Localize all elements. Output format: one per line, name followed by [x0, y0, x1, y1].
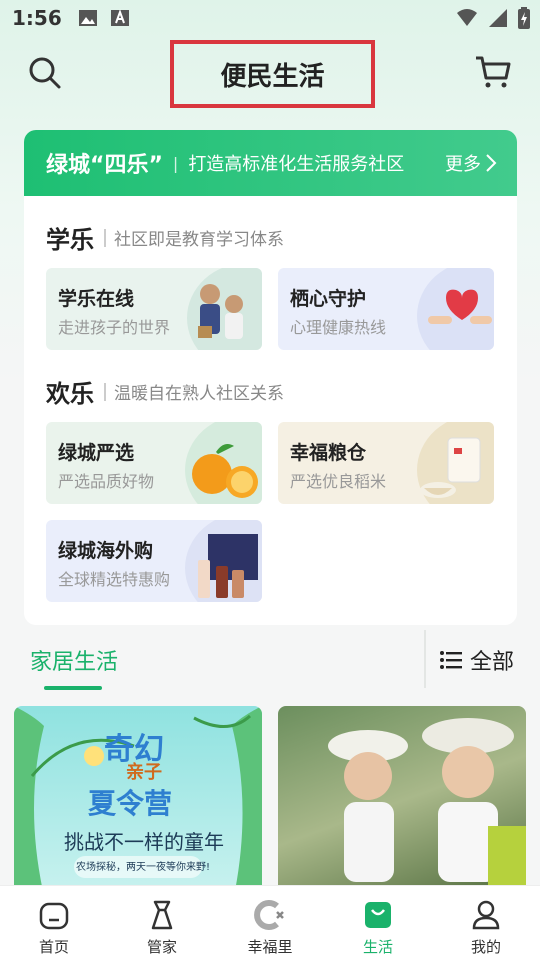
kids-outdoor-photo	[328, 718, 526, 896]
nav-home[interactable]: 首页	[0, 886, 108, 960]
children-photo-icon	[187, 268, 262, 350]
tile-title: 幸福粮仓	[290, 442, 367, 464]
status-bar: 1:56	[0, 0, 540, 36]
divider	[104, 228, 106, 247]
nav-mine[interactable]: 我的	[432, 886, 540, 960]
tile-title: 绿城海外购	[58, 540, 154, 562]
section-heading: 学乐	[46, 226, 94, 254]
poster-subtext: 农场探秘，两天一夜等你来野!	[76, 862, 211, 873]
tile-subtitle: 全球精选特惠购	[58, 570, 171, 589]
heart-hands-icon	[417, 268, 494, 350]
wifi-icon	[457, 9, 477, 26]
tile-learning-online[interactable]: 学乐在线 走进孩子的世界	[46, 268, 262, 350]
profile-icon	[472, 900, 500, 930]
more-link[interactable]: 更多	[445, 150, 497, 176]
tile-mind-care[interactable]: 栖心守护 心理健康热线	[278, 268, 494, 350]
tile-subtitle: 严选优良稻米	[290, 472, 387, 491]
all-label: 全部	[470, 650, 515, 675]
banner-title: 绿城“四乐”	[46, 153, 163, 178]
nav-label: 首页	[38, 938, 69, 956]
tile-happiness-granary[interactable]: 幸福粮仓 严选优良稻米	[278, 422, 494, 504]
butler-icon	[151, 900, 173, 930]
feed-card-kids-outdoor[interactable]	[278, 706, 526, 896]
rice-bag-icon	[417, 422, 494, 504]
tab-home-living[interactable]: 家居生活	[30, 644, 118, 676]
tile-greentown-select[interactable]: 绿城严选 严选品质好物	[46, 422, 262, 504]
category-tabs: 家居生活 全部	[0, 630, 540, 692]
poster-title-3: 夏令营	[88, 789, 173, 820]
section-header-learning: 学乐 社区即是教育学习体系	[46, 220, 284, 255]
page-title-highlight: 便民生活	[170, 40, 375, 108]
image-notification-icon	[78, 10, 97, 26]
list-icon	[440, 651, 462, 669]
nav-label: 管家	[146, 938, 177, 956]
nav-life[interactable]: 生活	[324, 886, 432, 960]
section-description: 社区即是教育学习体系	[114, 230, 284, 250]
banner-subtitle: 打造高标准化生活服务社区	[188, 154, 405, 175]
poster-title-2: 亲子	[126, 762, 162, 783]
banner-separator: |	[172, 153, 179, 173]
tile-subtitle: 严选品质好物	[58, 472, 155, 491]
bottom-navigation: 首页 管家 幸福里 生活 我的	[0, 885, 540, 960]
tab-active-indicator	[44, 686, 102, 690]
battery-charging-icon	[518, 7, 530, 29]
search-icon[interactable]	[28, 56, 62, 90]
section-header-joy: 欢乐 温暖自在熟人社区关系	[46, 374, 284, 409]
four-joys-card: 绿城“四乐” | 打造高标准化生活服务社区 更多 学乐 社区即是教育学习体系 学…	[24, 130, 517, 625]
happiness-icon	[254, 900, 284, 930]
font-notification-icon	[110, 9, 129, 26]
section-description: 温暖自在熟人社区关系	[114, 384, 284, 404]
poster-tagline: 挑战不一样的童年	[64, 830, 224, 854]
orange-fruit-icon	[185, 422, 262, 504]
all-categories-button[interactable]: 全部	[440, 644, 514, 676]
tile-overseas-shopping[interactable]: 绿城海外购 全球精选特惠购	[46, 520, 262, 602]
nav-label: 生活	[362, 938, 393, 956]
feed-card-summer-camp[interactable]: 奇幻 亲子 夏令营 挑战不一样的童年 农场探秘，两天一夜等你来野!	[14, 706, 262, 896]
four-joys-banner: 绿城“四乐” | 打造高标准化生活服务社区 更多	[24, 130, 517, 196]
signal-icon	[489, 9, 507, 27]
nav-butler[interactable]: 管家	[108, 886, 216, 960]
divider	[424, 630, 426, 688]
tile-subtitle: 心理健康热线	[290, 318, 387, 337]
nav-label: 幸福里	[247, 938, 293, 956]
home-icon	[39, 902, 69, 930]
divider	[104, 382, 106, 401]
header: 便民生活	[0, 36, 540, 116]
cosmetics-icon	[185, 520, 262, 602]
tile-title: 学乐在线	[58, 288, 135, 310]
nav-label: 我的	[470, 938, 501, 956]
shopping-bag-icon	[365, 902, 391, 928]
tile-title: 绿城严选	[58, 442, 135, 464]
tile-subtitle: 走进孩子的世界	[58, 318, 171, 337]
tile-title: 栖心守护	[290, 288, 367, 310]
nav-happiness[interactable]: 幸福里	[216, 886, 324, 960]
more-label: 更多	[445, 154, 481, 175]
page-title: 便民生活	[220, 61, 325, 92]
cart-icon[interactable]	[474, 54, 512, 90]
chevron-right-icon	[486, 154, 497, 172]
section-heading: 欢乐	[46, 380, 94, 408]
status-time: 1:56	[12, 6, 62, 30]
